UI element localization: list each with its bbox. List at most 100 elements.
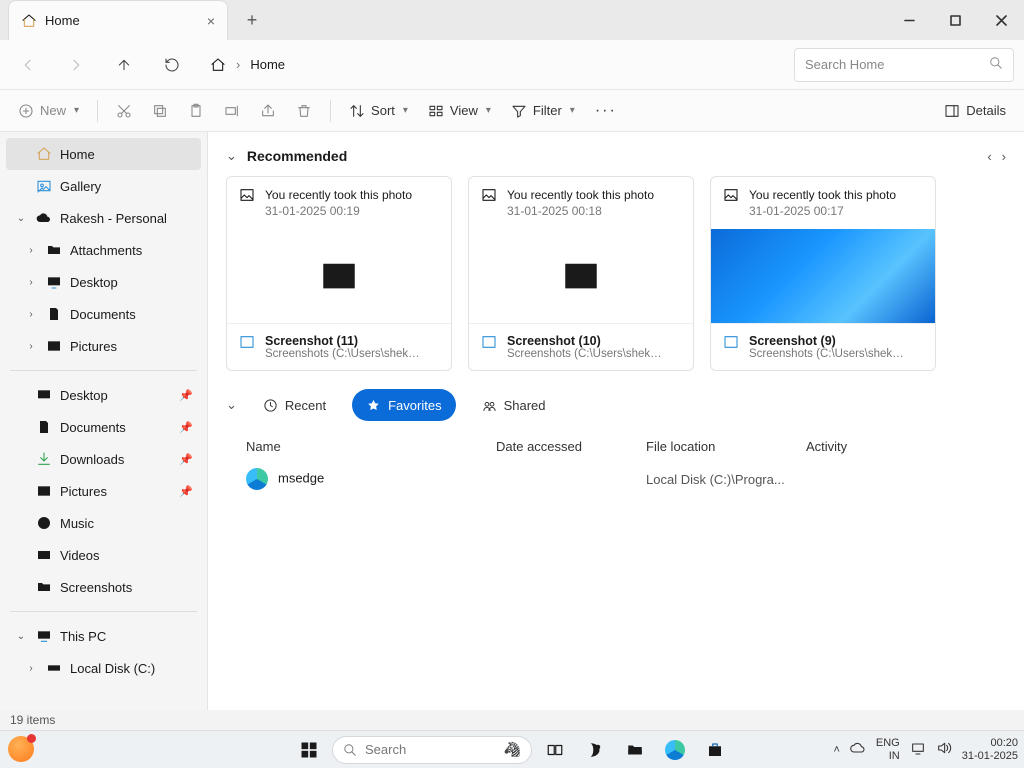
new-label: New (40, 103, 66, 118)
pin-icon: 📌 (179, 453, 193, 466)
more-button[interactable]: ··· (587, 95, 625, 127)
chevron-down-icon[interactable]: ⌄ (14, 631, 28, 642)
sidebar-quick-downloads[interactable]: Downloads📌 (6, 443, 201, 475)
filter-button[interactable]: Filter▾ (503, 95, 583, 127)
sidebar-item-pictures[interactable]: › Pictures (6, 330, 201, 362)
up-button[interactable] (106, 47, 142, 83)
chevron-down-icon[interactable]: ⌄ (226, 397, 237, 413)
details-button[interactable]: Details (936, 95, 1014, 127)
rename-button[interactable] (216, 95, 248, 127)
scroll-right-button[interactable]: › (1002, 149, 1006, 164)
back-button[interactable] (10, 47, 46, 83)
recommended-card[interactable]: You recently took this photo31-01-2025 0… (226, 176, 452, 371)
col-location[interactable]: File location (646, 439, 806, 454)
scroll-left-button[interactable]: ‹ (987, 149, 991, 164)
recommended-card-peek[interactable] (952, 176, 970, 371)
sidebar-item-home[interactable]: Home (6, 138, 201, 170)
maximize-button[interactable] (932, 0, 978, 40)
card-date: 31-01-2025 00:19 (265, 203, 412, 219)
search-input[interactable]: Search Home (794, 48, 1014, 82)
chevron-down-icon: ▾ (486, 105, 491, 116)
network-icon[interactable] (910, 740, 926, 759)
share-button[interactable] (252, 95, 284, 127)
tab-shared[interactable]: Shared (468, 389, 560, 421)
chevron-right-icon[interactable]: › (24, 309, 38, 320)
card-path: Screenshots (C:\Users\shekh\O... (507, 348, 667, 360)
home-icon (21, 13, 37, 29)
col-name[interactable]: Name (246, 439, 496, 454)
sidebar-item-label: Pictures (70, 339, 117, 354)
explorer-icon[interactable] (618, 735, 652, 765)
chevron-right-icon[interactable]: › (24, 341, 38, 352)
language-indicator[interactable]: ENGIN (876, 737, 900, 762)
onedrive-tray-icon[interactable] (850, 740, 866, 759)
recommended-header: ⌄ Recommended ‹ › (226, 148, 1006, 164)
view-button[interactable]: View▾ (420, 95, 499, 127)
close-tab-icon[interactable]: × (207, 13, 215, 29)
copilot-icon[interactable] (578, 735, 612, 765)
card-name: Screenshot (9) (749, 334, 909, 348)
chevron-down-icon[interactable]: ⌄ (226, 148, 237, 164)
sidebar-quick-documents[interactable]: Documents📌 (6, 411, 201, 443)
sidebar-quick-pictures[interactable]: Pictures📌 (6, 475, 201, 507)
desktop-icon (36, 387, 52, 403)
tab-recent[interactable]: Recent (249, 389, 340, 421)
sort-button[interactable]: Sort▾ (341, 95, 416, 127)
delete-button[interactable] (288, 95, 320, 127)
navigation-pane[interactable]: Home Gallery ⌄ Rakesh - Personal ›Attach… (0, 132, 208, 710)
sidebar-item-desktop[interactable]: ›Desktop (6, 266, 201, 298)
store-icon[interactable] (698, 735, 732, 765)
sidebar-item-documents[interactable]: ›Documents (6, 298, 201, 330)
card-thumbnail (469, 229, 693, 323)
paste-button[interactable] (180, 95, 212, 127)
volume-icon[interactable] (936, 740, 952, 759)
system-tray[interactable]: ˄ ENGIN 00:2031-01-2025 (833, 737, 1018, 762)
copy-button[interactable] (144, 95, 176, 127)
column-headers[interactable]: Name Date accessed File location Activit… (226, 433, 1006, 460)
taskbar-search[interactable]: Search🦓 (332, 736, 532, 764)
card-name: Screenshot (11) (265, 334, 425, 348)
refresh-button[interactable] (154, 47, 190, 83)
sidebar-item-attachments[interactable]: ›Attachments (6, 234, 201, 266)
sidebar-quick-desktop[interactable]: Desktop📌 (6, 379, 201, 411)
sidebar-item-label: Documents (60, 420, 126, 435)
card-reason: You recently took this photo (749, 187, 896, 203)
recommended-card[interactable]: You recently took this photo31-01-2025 0… (468, 176, 694, 371)
card-reason: You recently took this photo (507, 187, 654, 203)
close-window-button[interactable] (978, 0, 1024, 40)
clock[interactable]: 00:2031-01-2025 (962, 737, 1018, 762)
sidebar-item-gallery[interactable]: Gallery (6, 170, 201, 202)
task-view-button[interactable] (538, 735, 572, 765)
sidebar-item-onedrive[interactable]: ⌄ Rakesh - Personal (6, 202, 201, 234)
status-bar: 19 items (0, 710, 1024, 730)
card-name: Screenshot (10) (507, 334, 667, 348)
sidebar-quick-videos[interactable]: Videos (6, 539, 201, 571)
window-tab[interactable]: Home × (8, 0, 228, 40)
new-tab-button[interactable]: + (234, 2, 270, 38)
chevron-down-icon[interactable]: ⌄ (14, 213, 28, 224)
sidebar-item-local-disk[interactable]: ›Local Disk (C:) (6, 652, 201, 684)
sidebar-item-this-pc[interactable]: ⌄This PC (6, 620, 201, 652)
col-activity[interactable]: Activity (806, 439, 946, 454)
tab-favorites[interactable]: Favorites (352, 389, 455, 421)
main-split: Home Gallery ⌄ Rakesh - Personal ›Attach… (0, 132, 1024, 710)
col-date[interactable]: Date accessed (496, 439, 646, 454)
sidebar-quick-screenshots[interactable]: Screenshots (6, 571, 201, 603)
jumplist-app-icon[interactable] (8, 736, 34, 762)
chevron-right-icon[interactable]: › (24, 663, 38, 674)
chevron-right-icon[interactable]: › (24, 245, 38, 256)
pin-icon: 📌 (179, 389, 193, 402)
cut-button[interactable] (108, 95, 140, 127)
list-item[interactable]: msedge Local Disk (C:)\Progra... (226, 460, 1006, 498)
new-button[interactable]: New ▾ (10, 95, 87, 127)
recommended-card[interactable]: You recently took this photo31-01-2025 0… (710, 176, 936, 371)
edge-icon[interactable] (658, 735, 692, 765)
title-bar: Home × + (0, 0, 1024, 40)
chevron-right-icon[interactable]: › (24, 277, 38, 288)
tray-chevron-icon[interactable]: ˄ (833, 744, 839, 756)
minimize-button[interactable] (886, 0, 932, 40)
sidebar-quick-music[interactable]: Music (6, 507, 201, 539)
breadcrumb[interactable]: › Home (202, 57, 782, 73)
start-button[interactable] (292, 735, 326, 765)
forward-button[interactable] (58, 47, 94, 83)
